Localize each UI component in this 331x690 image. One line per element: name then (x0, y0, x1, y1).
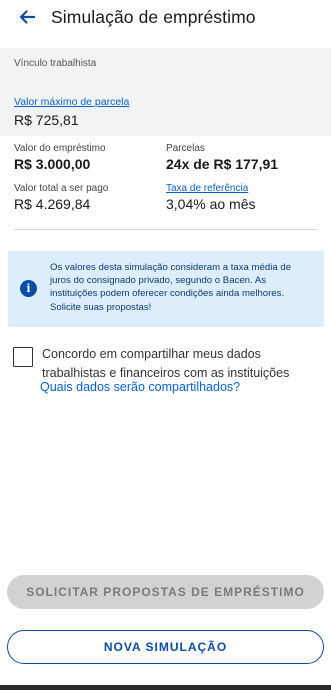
total-to-pay-value: R$ 4.269,84 (14, 196, 91, 212)
installments-label: Parcelas (166, 143, 205, 154)
max-installment-value: R$ 725,81 (14, 112, 79, 128)
page-title: Simulação de empréstimo (51, 6, 256, 27)
app-bar: Simulação de empréstimo (0, 0, 331, 34)
reference-rate-label[interactable]: Taxa de referência (166, 183, 256, 194)
shared-data-link[interactable]: Quais dados serão compartilhados? (40, 380, 240, 394)
consent-text: Concordo em compartilhar meus dados trab… (42, 347, 290, 380)
installments: Parcelas 24x de R$ 177,91 (166, 143, 278, 172)
info-banner: i Os valores desta simulação consideram … (8, 251, 324, 327)
request-proposals-button[interactable]: SOLICITAR PROPOSTAS DE EMPRÉSTIMO (7, 575, 324, 609)
reference-rate: Taxa de referência 3,04% ao mês (166, 183, 256, 212)
reference-rate-value: 3,04% ao mês (166, 196, 256, 212)
employment-bond-panel: Vínculo trabalhista Valor máximo de parc… (0, 48, 331, 136)
total-to-pay-label: Valor total a ser pago (14, 183, 109, 194)
system-nav-bar (0, 685, 331, 690)
consent-checkbox[interactable] (13, 347, 33, 367)
divider (14, 229, 317, 230)
installments-value: 24x de R$ 177,91 (166, 156, 279, 172)
max-installment-label[interactable]: Valor máximo de parcela (14, 96, 129, 108)
new-simulation-button[interactable]: NOVA SIMULAÇÃO (7, 630, 324, 664)
total-to-pay: Valor total a ser pago R$ 4.269,84 (14, 183, 108, 212)
back-button[interactable] (16, 6, 38, 28)
loan-amount: Valor do empréstimo R$ 3.000,00 (14, 143, 106, 172)
bond-label: Vínculo trabalhista (14, 58, 97, 69)
simulation-summary: Valor do empréstimo R$ 3.000,00 Parcelas… (14, 143, 314, 223)
arrow-left-icon (19, 10, 35, 24)
info-icon: i (20, 280, 37, 297)
info-text: Os valores desta simulação consideram a … (50, 262, 292, 313)
loan-amount-value: R$ 3.000,00 (14, 156, 91, 172)
loan-amount-label: Valor do empréstimo (14, 143, 106, 154)
